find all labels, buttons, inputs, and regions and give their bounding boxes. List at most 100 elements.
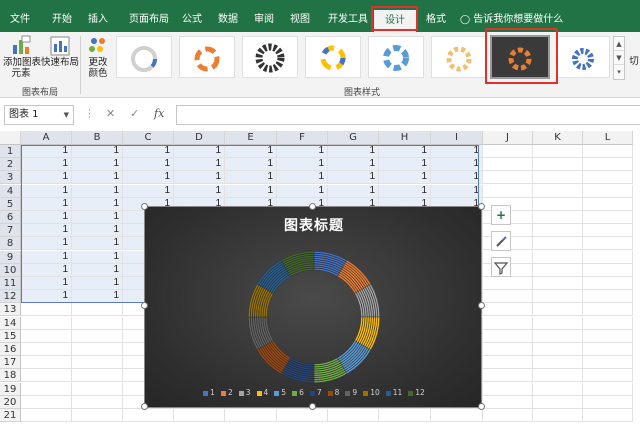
column-header-c[interactable]: C <box>123 131 174 145</box>
cell-l21[interactable] <box>583 409 633 422</box>
cell-b10[interactable]: 1 <box>72 263 123 277</box>
cell-c1[interactable]: 1 <box>123 145 174 158</box>
cell-g2[interactable]: 1 <box>328 158 379 172</box>
cell-b7[interactable]: 1 <box>72 224 123 238</box>
cell-i21[interactable] <box>431 409 483 422</box>
cell-a2[interactable]: 1 <box>21 158 72 172</box>
cell-f21[interactable] <box>277 409 328 422</box>
cell-b21[interactable] <box>72 409 123 422</box>
cell-a21[interactable] <box>21 409 72 422</box>
chart-legend[interactable]: 1 2 3 4 5 6 7 8 9 10 11 12 <box>145 388 483 397</box>
cell-l2[interactable] <box>583 158 633 172</box>
cell-j19[interactable] <box>483 382 533 396</box>
cell-j4[interactable] <box>483 184 533 198</box>
cell-b4[interactable]: 1 <box>72 184 123 198</box>
cell-k2[interactable] <box>533 158 583 172</box>
cell-j20[interactable] <box>483 395 533 409</box>
cell-i3[interactable]: 1 <box>431 171 483 185</box>
scroll-up-icon[interactable]: ▲ <box>614 37 624 51</box>
cell-h4[interactable]: 1 <box>379 184 431 198</box>
cell-c2[interactable]: 1 <box>123 158 174 172</box>
cell-a8[interactable]: 1 <box>21 237 72 251</box>
cell-k5[interactable] <box>533 197 583 211</box>
cell-l3[interactable] <box>583 171 633 185</box>
legend-item-9[interactable]: 9 <box>345 388 357 397</box>
cell-k9[interactable] <box>533 250 583 264</box>
cell-k13[interactable] <box>533 303 583 317</box>
cell-j21[interactable] <box>483 409 533 422</box>
row-header-1[interactable]: 1 <box>0 145 21 158</box>
cell-l17[interactable] <box>583 356 633 370</box>
cell-b12[interactable]: 1 <box>72 290 123 304</box>
tab-page-layout[interactable]: 页面布局 <box>122 8 176 32</box>
column-header-b[interactable]: B <box>72 131 123 145</box>
cell-l15[interactable] <box>583 329 633 343</box>
cell-b3[interactable]: 1 <box>72 171 123 185</box>
cell-f4[interactable]: 1 <box>277 184 328 198</box>
cell-g21[interactable] <box>328 409 379 422</box>
tab-format[interactable]: 格式 <box>420 8 452 32</box>
cell-l12[interactable] <box>583 290 633 304</box>
cell-b14[interactable] <box>72 316 123 330</box>
cell-a10[interactable]: 1 <box>21 263 72 277</box>
cell-k21[interactable] <box>533 409 583 422</box>
cell-k8[interactable] <box>533 237 583 251</box>
cell-k14[interactable] <box>533 316 583 330</box>
cell-f3[interactable]: 1 <box>277 171 328 185</box>
add-chart-element-button[interactable]: 添加图表 元素 <box>3 35 41 79</box>
tab-file[interactable]: 文件 <box>4 8 36 32</box>
insert-function-icon[interactable]: fx <box>154 107 164 120</box>
row-header-7[interactable]: 7 <box>0 224 21 238</box>
chart-elements-plus-icon[interactable]: + <box>491 205 511 225</box>
legend-item-4[interactable]: 4 <box>256 388 268 397</box>
column-header-j[interactable]: J <box>483 131 533 145</box>
column-header-k[interactable]: K <box>533 131 583 145</box>
column-header-e[interactable]: E <box>225 131 277 145</box>
cell-k20[interactable] <box>533 395 583 409</box>
cell-j3[interactable] <box>483 171 533 185</box>
cell-d2[interactable]: 1 <box>174 158 225 172</box>
row-header-17[interactable]: 17 <box>0 356 21 370</box>
name-box-dropdown-icon[interactable]: ▼ <box>64 106 69 124</box>
cell-a3[interactable]: 1 <box>21 171 72 185</box>
row-header-9[interactable]: 9 <box>0 250 21 264</box>
cell-d3[interactable]: 1 <box>174 171 225 185</box>
legend-item-6[interactable]: 6 <box>292 388 304 397</box>
cell-a4[interactable]: 1 <box>21 184 72 198</box>
row-header-8[interactable]: 8 <box>0 237 21 251</box>
resize-handle-top[interactable] <box>309 203 316 210</box>
switch-row-column-button[interactable]: 切 <box>628 56 640 67</box>
formula-input[interactable] <box>176 105 640 125</box>
cell-a5[interactable]: 1 <box>21 197 72 211</box>
more-styles-icon[interactable]: ▾ <box>614 65 624 79</box>
column-header-d[interactable]: D <box>174 131 225 145</box>
change-colors-button[interactable]: 更改 颜色 <box>84 35 112 79</box>
cell-l8[interactable] <box>583 237 633 251</box>
cell-l9[interactable] <box>583 250 633 264</box>
cell-a1[interactable]: 1 <box>21 145 72 158</box>
cell-j12[interactable] <box>483 290 533 304</box>
cell-h1[interactable]: 1 <box>379 145 431 158</box>
cell-d4[interactable]: 1 <box>174 184 225 198</box>
chart-style-thumb-8[interactable] <box>556 36 610 78</box>
tab-formulas[interactable]: 公式 <box>176 8 208 32</box>
tab-data[interactable]: 数据 <box>212 8 244 32</box>
cell-j16[interactable] <box>483 343 533 356</box>
cell-a14[interactable] <box>21 316 72 330</box>
cell-g1[interactable]: 1 <box>328 145 379 158</box>
cell-l7[interactable] <box>583 224 633 238</box>
cell-k19[interactable] <box>533 382 583 396</box>
cell-i1[interactable]: 1 <box>431 145 483 158</box>
resize-handle-bottom-right[interactable] <box>478 403 485 410</box>
column-header-f[interactable]: F <box>277 131 328 145</box>
chart-style-thumb-5[interactable] <box>368 36 424 78</box>
column-header-g[interactable]: G <box>328 131 379 145</box>
cell-b16[interactable] <box>72 343 123 356</box>
row-header-4[interactable]: 4 <box>0 184 21 198</box>
cell-h2[interactable]: 1 <box>379 158 431 172</box>
cell-e1[interactable]: 1 <box>225 145 277 158</box>
cell-g4[interactable]: 1 <box>328 184 379 198</box>
cell-l5[interactable] <box>583 197 633 211</box>
tab-review[interactable]: 审阅 <box>248 8 280 32</box>
cell-a18[interactable] <box>21 369 72 383</box>
